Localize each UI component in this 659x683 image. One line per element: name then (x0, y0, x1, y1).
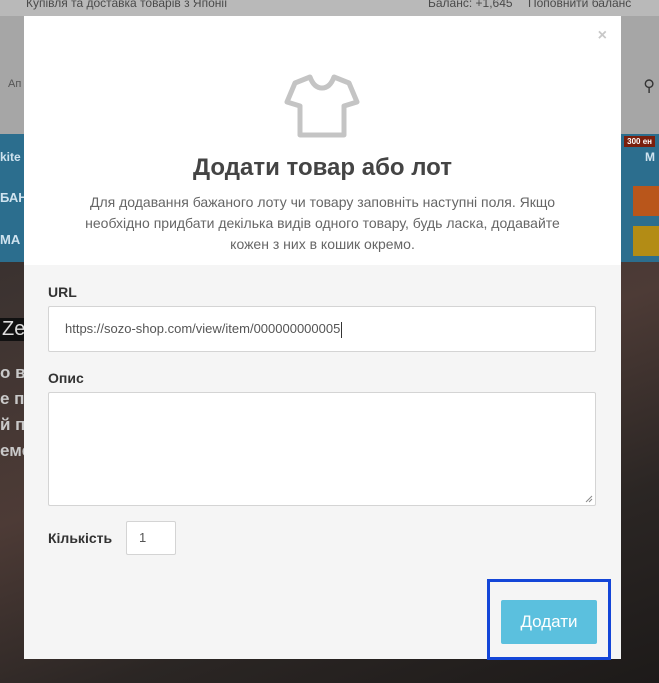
add-item-modal: × Додати товар або лот Для додавання баж… (24, 16, 621, 659)
url-input-value: https://sozo-shop.com/view/item/00000000… (65, 321, 341, 336)
modal-title: Додати товар або лот (193, 154, 452, 181)
background-banner-text-1: kite (0, 150, 21, 164)
url-input[interactable]: https://sozo-shop.com/view/item/00000000… (48, 306, 596, 352)
background-nav-text: Ап (8, 78, 22, 90)
background-orange-tile (633, 186, 659, 216)
background-balance: Баланс: +1,645 (428, 0, 513, 10)
background-topbar: Купівля та доставка товарів з Японії Бал… (0, 0, 659, 16)
quantity-input[interactable]: 1 (126, 521, 176, 555)
close-button[interactable]: × (598, 28, 607, 44)
resize-handle-icon[interactable] (585, 495, 593, 503)
background-badge: 300 ен (624, 136, 655, 147)
background-banner-text-3: МА (0, 232, 21, 247)
background-search-icon: ⚲ (643, 78, 655, 95)
quantity-label: Кількість (48, 530, 113, 546)
background-yellow-tile (633, 226, 659, 256)
description-textarea[interactable] (48, 392, 596, 506)
background-tagline: Купівля та доставка товарів з Японії (26, 0, 228, 10)
text-caret (341, 321, 343, 338)
tshirt-icon (284, 74, 360, 138)
modal-description: Для додавання бажаного лоту чи товару за… (85, 194, 560, 252)
quantity-input-value: 1 (139, 530, 147, 545)
background-topup-link: Поповнити баланс (528, 0, 632, 10)
description-label: Опис (48, 370, 84, 386)
highlight-box (487, 579, 611, 660)
background-menu-fragment: М (645, 150, 655, 164)
url-label: URL (48, 284, 77, 300)
